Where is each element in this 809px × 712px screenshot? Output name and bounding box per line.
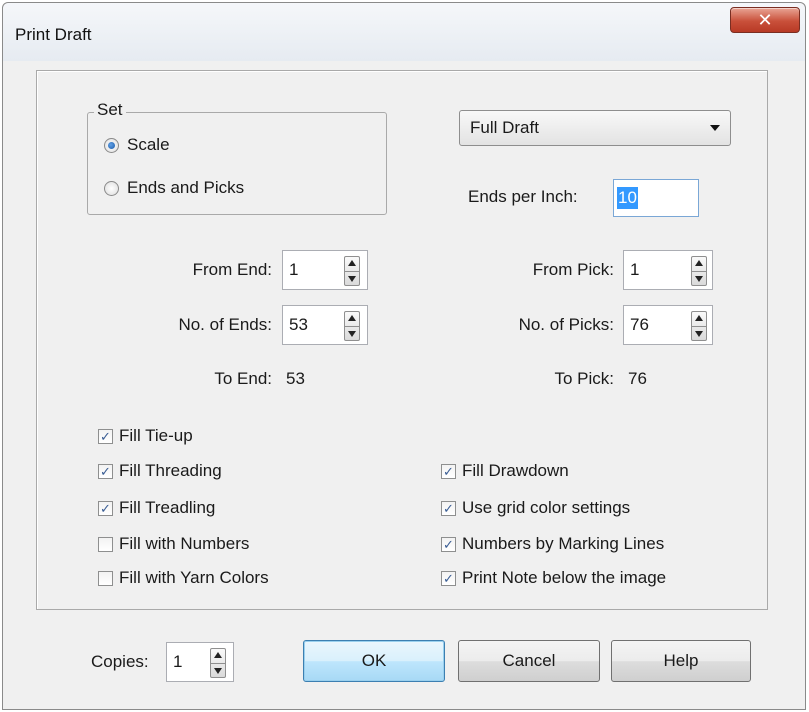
copies-spinner[interactable] — [210, 648, 226, 678]
from-end-label: From End: — [192, 260, 272, 279]
chevron-down-icon — [710, 125, 720, 131]
ends-per-inch-value: 10 — [617, 187, 638, 209]
radio-scale-label: Scale — [127, 135, 170, 154]
checkbox-label: Fill Tie-up — [119, 426, 193, 445]
checkbox-fill-tie-up[interactable]: ✓ Fill Tie-up — [98, 425, 193, 447]
draft-type-select[interactable]: Full Draft — [459, 110, 731, 146]
checkbox-indicator[interactable] — [98, 536, 113, 552]
ok-button[interactable]: OK — [303, 640, 445, 682]
no-of-picks-spinner[interactable] — [691, 311, 707, 341]
help-button[interactable]: Help — [611, 640, 751, 682]
to-end-value: 53 — [286, 369, 305, 388]
checkbox-indicator[interactable]: ✓ — [441, 463, 456, 479]
no-of-ends-value: 53 — [289, 315, 308, 334]
from-pick-spinner[interactable] — [691, 256, 707, 286]
draft-type-value: Full Draft — [470, 118, 539, 137]
radio-ends-and-picks-indicator[interactable] — [104, 180, 119, 196]
checkbox-label: Print Note below the image — [462, 568, 667, 587]
checkbox-fill-treadling[interactable]: ✓ Fill Treadling — [98, 497, 215, 519]
no-of-picks-label: No. of Picks: — [518, 315, 614, 334]
checkbox-use-grid-color-settings[interactable]: ✓ Use grid color settings — [441, 497, 630, 519]
window-title: Print Draft — [15, 25, 92, 44]
checkbox-fill-threading[interactable]: ✓ Fill Threading — [98, 460, 222, 482]
spin-up-icon[interactable] — [695, 315, 703, 321]
spin-up-icon[interactable] — [348, 315, 356, 321]
from-end-value: 1 — [289, 260, 299, 279]
to-end-label: To End: — [214, 369, 272, 388]
spin-up-icon[interactable] — [695, 260, 703, 266]
radio-ends-and-picks[interactable]: Ends and Picks — [104, 176, 244, 200]
set-group-legend: Set — [94, 100, 126, 120]
close-button[interactable]: ✕ — [730, 7, 800, 33]
from-end-spinner[interactable] — [344, 256, 360, 286]
checkbox-numbers-by-marking-lines[interactable]: ✓ Numbers by Marking Lines — [441, 533, 664, 555]
radio-scale[interactable]: Scale — [104, 133, 170, 157]
checkbox-indicator[interactable]: ✓ — [98, 428, 113, 444]
checkbox-fill-drawdown[interactable]: ✓ Fill Drawdown — [441, 460, 569, 482]
radio-ends-and-picks-label: Ends and Picks — [127, 178, 245, 197]
checkbox-label: Fill Treadling — [119, 498, 216, 517]
checkbox-indicator[interactable]: ✓ — [441, 500, 456, 516]
checkbox-label: Numbers by Marking Lines — [462, 534, 665, 553]
checkbox-fill-with-numbers[interactable]: Fill with Numbers — [98, 533, 249, 555]
from-pick-label: From Pick: — [532, 260, 614, 279]
spin-down-icon[interactable] — [214, 668, 222, 674]
copies-label: Copies: — [91, 652, 149, 671]
cancel-button[interactable]: Cancel — [458, 640, 600, 682]
ends-per-inch-label: Ends per Inch: — [468, 187, 578, 206]
checkbox-indicator[interactable]: ✓ — [441, 536, 456, 552]
copies-value: 1 — [173, 652, 183, 671]
spin-down-icon[interactable] — [348, 331, 356, 337]
to-pick-label: To Pick: — [554, 369, 614, 388]
checkbox-label: Fill with Numbers — [119, 534, 250, 553]
title-bar: Print Draft ✕ — [3, 3, 805, 61]
spin-down-icon[interactable] — [695, 331, 703, 337]
checkbox-label: Use grid color settings — [462, 498, 631, 517]
close-icon: ✕ — [757, 9, 773, 30]
spin-down-icon[interactable] — [695, 276, 703, 282]
checkbox-fill-with-yarn-colors[interactable]: Fill with Yarn Colors — [98, 567, 269, 589]
no-of-picks-value: 76 — [630, 315, 649, 334]
checkbox-indicator[interactable]: ✓ — [441, 570, 456, 586]
checkbox-indicator[interactable]: ✓ — [98, 500, 113, 516]
checkbox-indicator[interactable] — [98, 570, 113, 586]
spin-up-icon[interactable] — [214, 652, 222, 658]
ends-per-inch-input[interactable]: 10 — [613, 179, 699, 217]
checkbox-indicator[interactable]: ✓ — [98, 463, 113, 479]
from-pick-value: 1 — [630, 260, 640, 279]
spin-down-icon[interactable] — [348, 276, 356, 282]
radio-scale-indicator[interactable] — [104, 137, 119, 153]
no-of-ends-label: No. of Ends: — [178, 315, 272, 334]
no-of-ends-spinner[interactable] — [344, 311, 360, 341]
checkbox-label: Fill with Yarn Colors — [119, 568, 269, 587]
checkbox-label: Fill Drawdown — [462, 461, 569, 480]
spin-up-icon[interactable] — [348, 260, 356, 266]
checkbox-label: Fill Threading — [119, 461, 222, 480]
checkbox-print-note-below-image[interactable]: ✓ Print Note below the image — [441, 567, 666, 589]
to-pick-value: 76 — [628, 369, 647, 388]
